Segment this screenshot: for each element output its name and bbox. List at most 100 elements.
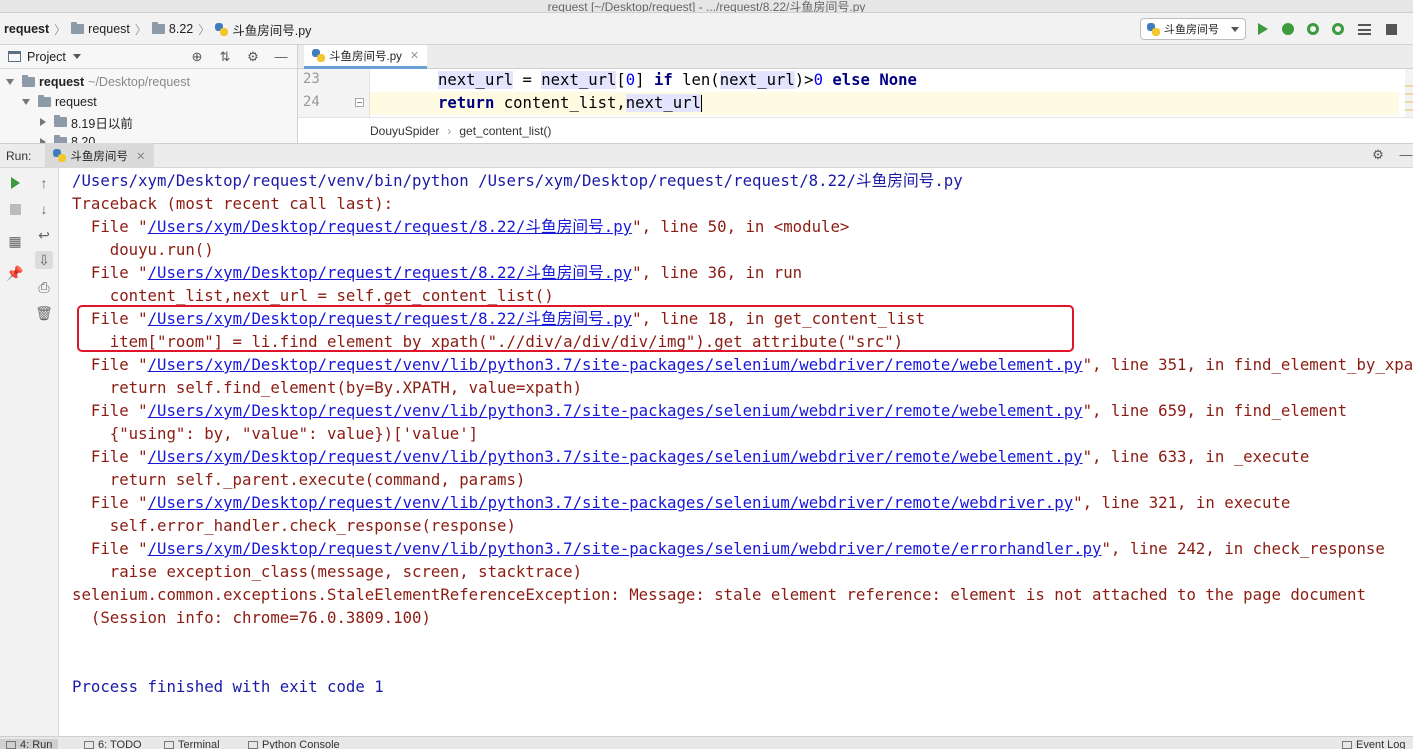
- scroll-end-icon: ⇩: [38, 251, 50, 268]
- console-line: /Users/xym/Desktop/request/venv/bin/pyth…: [72, 171, 963, 190]
- hide-icon[interactable]: —: [1399, 148, 1413, 162]
- gear-icon[interactable]: ⚙: [1371, 148, 1385, 162]
- run-configuration-label: 斗鱼房间号: [1164, 24, 1219, 36]
- expand-arrow-icon: [22, 99, 30, 105]
- tab-python-console[interactable]: Python Console: [248, 739, 340, 749]
- exception-message: selenium.common.exceptions.StaleElementR…: [72, 585, 1366, 604]
- print-icon: ⎙: [38, 278, 50, 295]
- console-output[interactable]: /Users/xym/Desktop/request/venv/bin/pyth…: [59, 168, 1413, 736]
- tab-run[interactable]: 4: Run: [0, 739, 59, 749]
- line-number: 24: [303, 94, 320, 110]
- breadcrumb-item-folder[interactable]: 8.22: [151, 22, 193, 36]
- tree-item-request[interactable]: request: [22, 92, 97, 112]
- breadcrumb: request 〉 request 〉 8.22 〉 斗鱼房间号.py: [4, 13, 311, 45]
- console-line: content_list,next_url = self.get_content…: [72, 286, 554, 305]
- tree-item-folder[interactable]: 8.20: [40, 132, 95, 143]
- console-line: File "/Users/xym/Desktop/request/request…: [72, 263, 803, 282]
- breadcrumb-item-project[interactable]: request: [4, 22, 49, 36]
- debug-button[interactable]: [1280, 21, 1296, 37]
- breadcrumb-separator-icon: 〉: [54, 22, 67, 37]
- breadcrumb-item-request[interactable]: request: [71, 22, 130, 36]
- down-button[interactable]: ↓: [35, 200, 53, 218]
- layout-button[interactable]: ▦: [6, 232, 24, 250]
- clear-button[interactable]: 🗑: [35, 304, 53, 322]
- soft-wrap-button[interactable]: ↩: [35, 226, 53, 244]
- coverage-button[interactable]: [1305, 21, 1321, 37]
- close-icon[interactable]: ✕: [136, 149, 146, 163]
- up-button[interactable]: ↑: [35, 174, 53, 192]
- text-cursor: [700, 95, 702, 112]
- run-tab-icon: [6, 741, 16, 749]
- todo-icon: [84, 741, 94, 749]
- file-link[interactable]: /Users/xym/Desktop/request/venv/lib/pyth…: [148, 447, 1083, 466]
- code-area[interactable]: next_url = next_url[0] if len(next_url)>…: [370, 69, 1399, 117]
- arrow-down-icon: ↓: [40, 201, 48, 217]
- breadcrumb-function[interactable]: get_content_list(): [459, 124, 551, 138]
- event-log-icon: [1342, 741, 1352, 749]
- project-view-select[interactable]: Project: [27, 50, 66, 64]
- console-line: return self.find_element(by=By.XPATH, va…: [72, 378, 583, 397]
- close-icon[interactable]: ✕: [410, 49, 419, 62]
- run-toolbar: ▦ 📌 ↑ ↓ ↩ ⇩ ⎙ 🗑: [0, 168, 59, 736]
- locate-icon[interactable]: ⊕: [190, 50, 204, 64]
- file-link[interactable]: /Users/xym/Desktop/request/venv/lib/pyth…: [148, 401, 1083, 420]
- editor-scrollbar[interactable]: [1405, 69, 1413, 117]
- chevron-down-icon: [72, 54, 81, 59]
- bottom-tool-bar: 4: Run 6: TODO Terminal Python Console E…: [0, 736, 1413, 749]
- bug-icon: [1282, 23, 1294, 35]
- console-line: {"using": by, "value": value})['value']: [72, 424, 479, 443]
- folder-icon: [71, 22, 85, 34]
- file-link[interactable]: /Users/xym/Desktop/request/venv/lib/pyth…: [148, 493, 1074, 512]
- scroll-to-end-button[interactable]: ⇩: [35, 251, 53, 269]
- pin-icon: 📌: [6, 264, 24, 281]
- breadcrumb-separator-icon: 〉: [134, 22, 147, 37]
- print-button[interactable]: ⎙: [35, 278, 53, 296]
- breadcrumb-item-file[interactable]: 斗鱼房间号.py: [215, 20, 311, 39]
- stop-icon: [9, 203, 21, 215]
- tab-todo[interactable]: 6: TODO: [84, 739, 142, 749]
- run-button[interactable]: [1255, 21, 1271, 37]
- fold-icon[interactable]: [355, 98, 364, 107]
- console-line: File "/Users/xym/Desktop/request/request…: [72, 217, 850, 236]
- file-link[interactable]: /Users/xym/Desktop/request/request/8.22/…: [148, 217, 633, 236]
- console-line: raise exception_class(message, screen, s…: [72, 562, 583, 581]
- file-link[interactable]: /Users/xym/Desktop/request/request/8.22/…: [148, 263, 633, 282]
- arrow-up-icon: ↑: [40, 175, 48, 191]
- code-line: next_url = next_url[0] if len(next_url)>…: [438, 71, 917, 89]
- profiler-icon: [1332, 23, 1344, 35]
- console-line: Traceback (most recent call last):: [72, 194, 394, 213]
- play-icon: [10, 177, 20, 189]
- tab-terminal[interactable]: Terminal: [164, 739, 220, 749]
- event-log-button[interactable]: Event Log: [1342, 739, 1406, 749]
- tab-run-config[interactable]: 斗鱼房间号 ✕: [45, 143, 154, 168]
- python-file-icon: [312, 49, 325, 62]
- python-file-icon: [1147, 22, 1160, 36]
- stop-button[interactable]: [1383, 21, 1399, 37]
- play-icon: [1258, 23, 1268, 35]
- folder-icon: [151, 22, 165, 34]
- tree-item-folder[interactable]: 8.19日以前: [40, 112, 133, 132]
- run-configuration-select[interactable]: 斗鱼房间号: [1140, 18, 1246, 40]
- chevron-down-icon: [1231, 27, 1239, 32]
- expand-arrow-icon: [6, 79, 14, 85]
- process-exit-message: Process finished with exit code 1: [72, 677, 384, 696]
- file-link[interactable]: /Users/xym/Desktop/request/venv/lib/pyth…: [148, 539, 1102, 558]
- profile-button[interactable]: [1330, 21, 1346, 37]
- collapse-arrow-icon: [40, 118, 46, 126]
- breadcrumb-class[interactable]: DouyuSpider: [370, 124, 439, 138]
- pin-button[interactable]: 📌: [6, 264, 24, 282]
- concurrency-button[interactable]: [1356, 21, 1372, 37]
- project-panel: Project ⊕ ⇅ ⚙ — request ~/Desktop/request…: [0, 45, 298, 143]
- tree-item-project-root[interactable]: request ~/Desktop/request: [6, 72, 190, 92]
- editor-breadcrumb: DouyuSpider › get_content_list(): [298, 117, 1413, 143]
- navigation-bar: request 〉 request 〉 8.22 〉 斗鱼房间号.py 斗鱼房间…: [0, 13, 1413, 45]
- rerun-button[interactable]: [6, 174, 24, 192]
- console-line: File "/Users/xym/Desktop/request/venv/li…: [72, 539, 1385, 558]
- hide-icon[interactable]: —: [274, 50, 288, 64]
- stop-button[interactable]: [6, 200, 24, 218]
- tab-editor-file[interactable]: 斗鱼房间号.py ✕: [304, 45, 428, 69]
- gear-icon[interactable]: ⚙: [246, 50, 260, 64]
- folder-icon: [38, 95, 51, 107]
- collapse-all-icon[interactable]: ⇅: [218, 50, 232, 64]
- file-link[interactable]: /Users/xym/Desktop/request/venv/lib/pyth…: [148, 355, 1083, 374]
